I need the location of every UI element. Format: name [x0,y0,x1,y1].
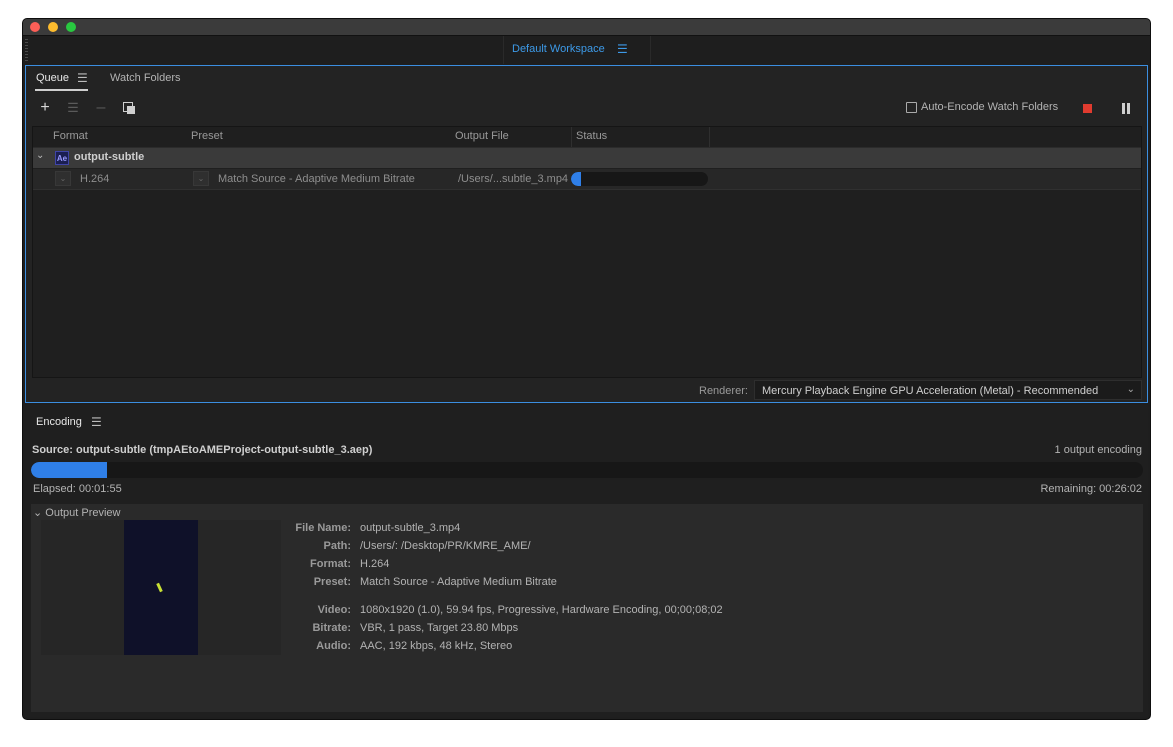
settings-button[interactable]: ☰ [64,99,82,117]
workspace-tab[interactable]: Default Workspace ☰ [503,36,651,64]
preview-video-frame [124,520,198,655]
zoom-window-button[interactable] [66,22,76,32]
renderer-value: Mercury Playback Engine GPU Acceleration… [762,385,1099,397]
close-window-button[interactable] [30,22,40,32]
plus-icon: + [40,99,50,116]
pause-icon [1122,103,1125,114]
tab-queue[interactable]: Queue [36,72,69,84]
panel-grip[interactable] [25,39,28,61]
sliders-icon: ☰ [67,100,79,115]
column-header: Format Preset Output File Status [33,127,1141,148]
title-bar [23,19,1150,36]
column-preset[interactable]: Preset [191,130,223,142]
encoding-panel: Encoding ☰ Source: output-subtle (tmpAEt… [25,405,1148,717]
hamburger-icon[interactable]: ☰ [77,71,88,85]
encoding-source: Source: output-subtle (tmpAEtoAMEProject… [32,444,373,456]
detail-format: Format: H.264 [310,558,390,570]
tab-encoding[interactable]: Encoding [36,416,82,428]
preview-thumbnail [41,520,281,655]
detail-video: Video: 1080x1920 (1.0), 59.94 fps, Progr… [317,604,723,616]
auto-encode-label: Auto-Encode Watch Folders [921,101,1059,113]
minus-icon: – [96,99,106,116]
output-count: 1 output encoding [1054,444,1142,456]
after-effects-icon: Ae [55,151,69,165]
workspace-label[interactable]: Default Workspace [512,43,605,55]
status-progress-bar [571,172,708,186]
output-preview-label: Output Preview [45,507,121,519]
encoding-progress-fill [31,462,107,478]
detail-path: Path: /Users/: /Desktop/PR/KMRE_AME/ [323,540,531,552]
detail-bitrate: Bitrate: VBR, 1 pass, Target 23.80 Mbps [312,622,519,634]
output-preview-toggle[interactable]: ⌄ Output Preview [33,506,120,519]
app-window: Default Workspace ☰ Queue ☰ Watch Folder… [22,18,1151,720]
elapsed-time: Elapsed: 00:01:55 [33,483,122,495]
hamburger-icon[interactable]: ☰ [617,42,628,56]
workspace-bar: Default Workspace ☰ [23,36,1150,64]
format-value[interactable]: H.264 [80,173,109,185]
encoding-progress-bar [31,462,1143,478]
auto-encode-toggle[interactable]: Auto-Encode Watch Folders [906,101,1066,115]
preset-dropdown[interactable]: ⌄ [193,171,209,186]
queue-group-row[interactable]: ⌄ Ae output-subtle [33,148,1141,168]
queue-item-row[interactable]: ⌄ H.264 ⌄ Match Source - Adaptive Medium… [33,169,1141,190]
add-source-button[interactable]: + [36,99,54,117]
tab-watch-folders[interactable]: Watch Folders [110,72,181,84]
queue-panel: Queue ☰ Watch Folders + ☰ – Auto-Encode … [25,65,1148,403]
stop-queue-button[interactable] [1083,104,1092,113]
minimize-window-button[interactable] [48,22,58,32]
queue-list: Format Preset Output File Status ⌄ Ae ou… [32,126,1142,378]
renderer-select[interactable]: Mercury Playback Engine GPU Acceleration… [754,380,1142,400]
output-preview-section: ⌄ Output Preview File Name: output-subtl… [31,504,1143,712]
remove-button[interactable]: – [92,99,110,117]
chevron-down-icon: ⌄ [1126,384,1135,395]
status-progress-fill [571,172,581,186]
pause-queue-button[interactable] [1121,103,1131,114]
group-name: output-subtle [74,151,145,163]
column-status[interactable]: Status [576,130,607,142]
chevron-down-icon: ⌄ [33,507,43,519]
column-format[interactable]: Format [53,130,88,142]
preset-value[interactable]: Match Source - Adaptive Medium Bitrate [218,173,415,185]
duplicate-button[interactable] [120,99,138,117]
auto-encode-checkbox[interactable] [906,102,917,113]
column-output-file[interactable]: Output File [455,130,509,142]
active-tab-indicator [35,89,88,91]
hamburger-icon[interactable]: ☰ [91,415,102,429]
remaining-time: Remaining: 00:26:02 [1040,483,1142,495]
chevron-down-icon[interactable]: ⌄ [36,150,44,161]
detail-preset: Preset: Match Source - Adaptive Medium B… [313,576,557,588]
output-file-value[interactable]: /Users/...subtle_3.mp4 [458,173,568,185]
format-dropdown[interactable]: ⌄ [55,171,71,186]
renderer-label: Renderer: [699,385,748,397]
detail-audio: Audio: AAC, 192 kbps, 48 kHz, Stereo [316,640,513,652]
detail-file-name: File Name: output-subtle_3.mp4 [295,522,461,534]
